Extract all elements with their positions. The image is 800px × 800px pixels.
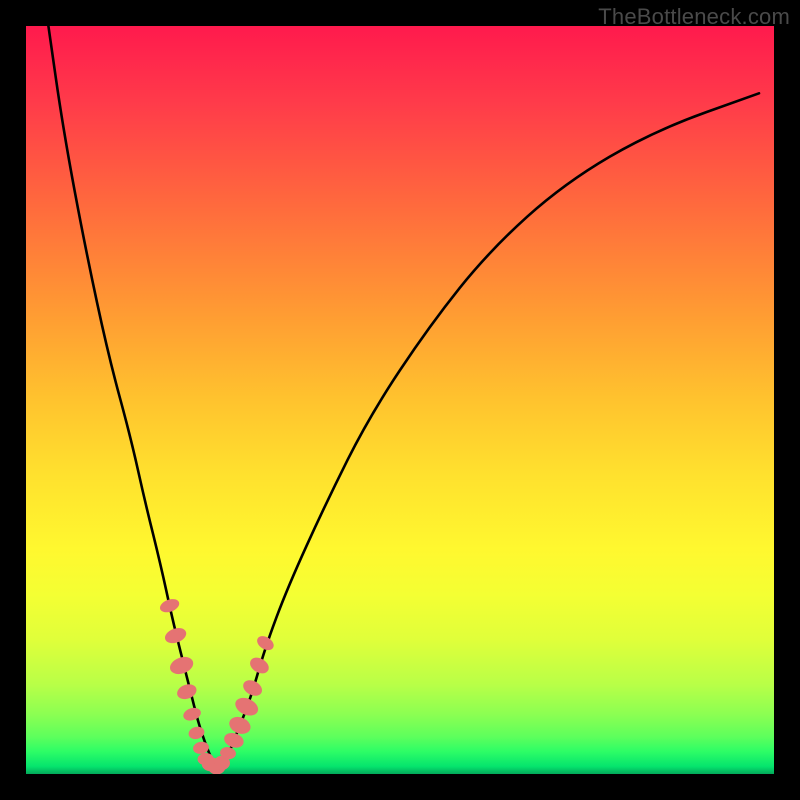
curve-path [48, 26, 759, 765]
marker-dot [163, 625, 188, 646]
watermark-text: TheBottleneck.com [598, 4, 790, 30]
outer-frame: TheBottleneck.com [0, 0, 800, 800]
marker-dot [232, 694, 261, 719]
chart-svg [26, 26, 774, 774]
marker-dot [247, 654, 271, 676]
marker-dot [168, 654, 196, 677]
marker-dot [175, 682, 199, 702]
highlight-markers [158, 597, 276, 774]
plot-area [26, 26, 774, 774]
marker-dot [182, 706, 203, 723]
marker-dot [158, 597, 181, 615]
curve-line [48, 26, 759, 765]
marker-dot [192, 741, 210, 756]
marker-dot [240, 677, 264, 699]
